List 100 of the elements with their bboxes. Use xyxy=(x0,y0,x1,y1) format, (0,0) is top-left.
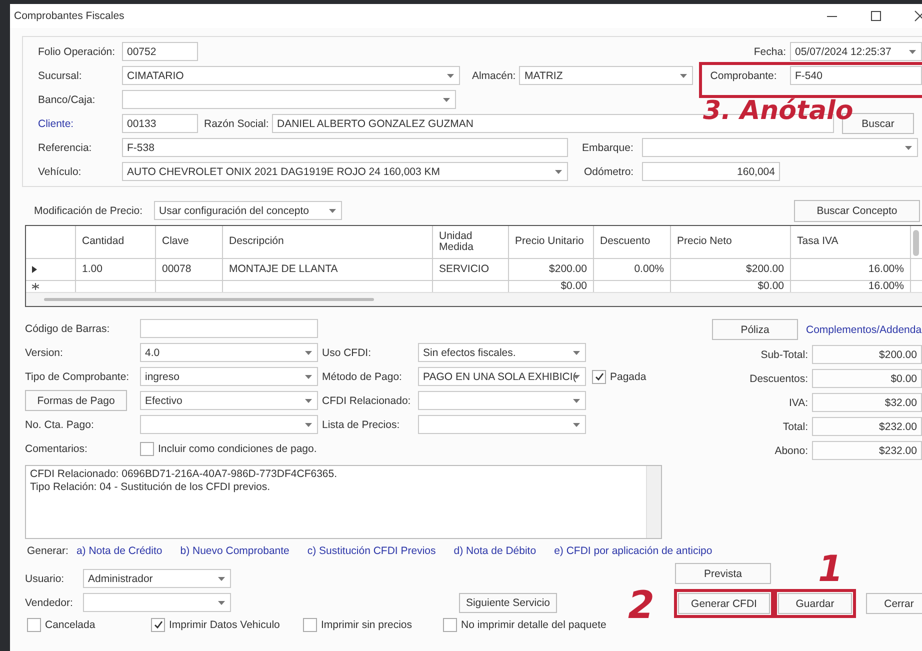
column-header[interactable]: Descripción xyxy=(223,226,433,258)
total-field: $232.00 xyxy=(812,417,922,436)
dropdown-field[interactable] xyxy=(418,415,586,434)
field-label: Tipo de Comprobante: xyxy=(25,370,130,382)
field-label: Odómetro: xyxy=(584,166,635,178)
caret-icon xyxy=(909,50,916,54)
caret-icon xyxy=(305,399,312,403)
field-label: Uso CFDI: xyxy=(322,346,372,358)
generate-link[interactable]: c) Sustitución CFDI Previos xyxy=(307,545,436,557)
dropdown-field[interactable] xyxy=(140,415,318,434)
scrollbar xyxy=(646,466,661,538)
dropdown-field[interactable]: ingreso xyxy=(140,367,318,386)
comments-field[interactable]: CFDI Relacionado: 0696BD71-216A-40A7-986D-773DF4CF6365. Tipo Relación: 04 - Sustitución de los CFDI previos. xyxy=(25,465,662,539)
generate-link[interactable]: e) CFDI por aplicación de anticipo xyxy=(554,545,712,557)
generate-link[interactable]: d) Nota de Débito xyxy=(454,545,536,557)
checkbox-label: Pagada xyxy=(610,370,646,382)
column-header[interactable]: Precio Unitario xyxy=(509,226,594,258)
column-header[interactable]: Unidad Medida xyxy=(433,226,509,258)
dropdown-field[interactable]: 4.0 xyxy=(140,343,318,362)
generate-link[interactable]: b) Nuevo Comprobante xyxy=(180,545,290,557)
caret-icon xyxy=(905,146,912,150)
table-cell: 1.00 xyxy=(76,259,156,280)
checkbox-label: Imprimir Datos Vehiculo xyxy=(169,618,280,630)
field-label: Embarque: xyxy=(582,142,634,154)
preview-button[interactable]: Prevista xyxy=(675,563,771,584)
field-label: Descuentos: xyxy=(748,372,808,384)
dropdown-field[interactable]: 05/07/2024 12:25:37 xyxy=(790,42,922,61)
close-button[interactable]: Cerrar xyxy=(866,593,922,614)
addenda-link[interactable]: Complementos/Addenda xyxy=(806,324,922,336)
field-label: Abono: xyxy=(774,444,808,456)
field-label: Sucursal: xyxy=(38,70,83,82)
input-field[interactable]: 00133 xyxy=(122,114,198,133)
field-label: Total: xyxy=(782,420,808,432)
maximize-icon[interactable] xyxy=(870,10,882,22)
dropdown-field[interactable]: Usar configuración del concepto xyxy=(154,201,342,220)
payment-methods-button[interactable]: Formas de Pago xyxy=(25,390,127,411)
column-header[interactable]: Clave xyxy=(156,226,223,258)
checkbox[interactable] xyxy=(443,618,457,632)
checkbox-label: Cancelada xyxy=(45,618,96,630)
table-cell: MONTAJE DE LLANTA xyxy=(223,259,433,280)
input-field[interactable]: F-538 xyxy=(122,138,568,157)
column-header[interactable]: Tasa IVA xyxy=(791,226,911,258)
step-number: 1 xyxy=(818,552,844,588)
dropdown-field[interactable]: Efectivo xyxy=(140,391,318,410)
input-field[interactable]: F-540 xyxy=(790,66,922,85)
table-cell: SERVICIO xyxy=(433,259,509,280)
input-field[interactable]: 00752 xyxy=(122,42,198,61)
caret-icon xyxy=(443,98,450,102)
caret-icon xyxy=(305,423,312,427)
checkbox[interactable] xyxy=(303,618,317,632)
dropdown-field[interactable]: MATRIZ xyxy=(519,66,694,85)
dropdown-field[interactable]: Administrador xyxy=(83,569,231,588)
caret-icon xyxy=(305,351,312,355)
field-label: Comprobante: xyxy=(710,70,778,82)
field-label: Almacén: xyxy=(470,70,516,82)
checkbox[interactable] xyxy=(27,618,41,632)
dropdown-field[interactable]: AUTO CHEVROLET ONIX 2021 DAG1919E ROJO 24 160,003 KM xyxy=(122,162,568,181)
column-header[interactable]: Cantidad xyxy=(76,226,156,258)
checkbox-label: Imprimir sin precios xyxy=(321,618,412,630)
generate-link[interactable]: a) Nota de Crédito xyxy=(76,545,162,557)
column-header[interactable]: Descuento xyxy=(594,226,671,258)
field-label: Vendedor: xyxy=(25,596,74,608)
column-header[interactable]: Precio Neto xyxy=(671,226,791,258)
dropdown-field[interactable] xyxy=(418,391,586,410)
field-label: Razón Social: xyxy=(204,118,270,130)
field-label: Banco/Caja: xyxy=(38,94,96,106)
input-field[interactable]: 160,004 xyxy=(642,162,780,181)
client-link[interactable]: Cliente: xyxy=(38,118,122,130)
table-cell: $200.00 xyxy=(509,259,594,280)
next-service-button[interactable]: Siguiente Servicio xyxy=(459,593,557,613)
total-field: $200.00 xyxy=(812,345,922,364)
table-cell: 0.00% xyxy=(594,259,671,280)
checkbox[interactable] xyxy=(140,442,154,456)
table-cell: $200.00 xyxy=(671,259,791,280)
checkbox[interactable] xyxy=(592,370,606,384)
dropdown-field[interactable] xyxy=(83,593,231,612)
caret-icon xyxy=(447,74,454,78)
input-field[interactable] xyxy=(140,319,318,338)
field-label: IVA: xyxy=(788,396,808,408)
checkbox-label: Incluir como condiciones de pago. xyxy=(158,442,317,454)
field-label: Método de Pago: xyxy=(322,370,403,382)
field-label: Usuario: xyxy=(25,572,66,584)
total-field: $0.00 xyxy=(812,369,922,388)
field-label: Vehículo: xyxy=(38,166,82,178)
caret-icon xyxy=(329,209,336,213)
new-row-icon xyxy=(32,283,39,290)
dropdown-field[interactable] xyxy=(642,138,918,157)
field-label: Sub-Total: xyxy=(760,348,808,360)
caret-icon xyxy=(573,351,580,355)
search-concept-button[interactable]: Buscar Concepto xyxy=(794,200,920,222)
checkbox[interactable] xyxy=(151,618,165,632)
dropdown-field[interactable]: CIMATARIO xyxy=(122,66,460,85)
dropdown-field[interactable]: PAGO EN UNA SOLA EXHIBICI( xyxy=(418,367,586,386)
caret-icon xyxy=(573,399,580,403)
dropdown-field[interactable] xyxy=(122,90,456,109)
dropdown-field[interactable]: Sin efectos fiscales. xyxy=(418,343,586,362)
field-label: Modificación de Precio: xyxy=(34,204,144,216)
total-field: $32.00 xyxy=(812,393,922,412)
policy-button[interactable]: Póliza xyxy=(712,319,798,340)
caret-icon xyxy=(218,601,225,605)
